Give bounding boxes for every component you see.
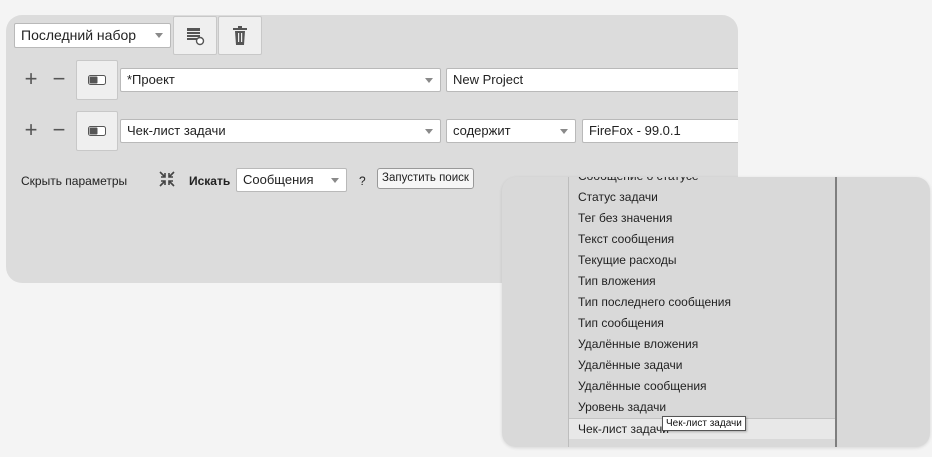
divider xyxy=(568,177,569,447)
field-select-value: *Проект xyxy=(127,72,175,87)
dropdown-item[interactable]: Сообщение о статусе xyxy=(578,177,699,187)
field-dropdown-list[interactable]: Сообщение о статусе Статус задачи Тег бе… xyxy=(502,177,930,447)
operator-select-value: содержит xyxy=(453,123,511,138)
help-link[interactable]: ? xyxy=(359,174,366,188)
delete-set-button[interactable] xyxy=(218,16,262,55)
row-toggle-button[interactable] xyxy=(76,60,118,100)
toggle-icon xyxy=(88,126,106,136)
trash-icon xyxy=(233,25,247,45)
chevron-down-icon xyxy=(425,129,433,134)
scrollbar-divider xyxy=(835,177,837,447)
dropdown-item[interactable]: Тип последнего сообщения xyxy=(578,292,731,313)
run-search-button[interactable]: Запустить поиск xyxy=(377,168,474,189)
dropdown-item[interactable]: Тип сообщения xyxy=(578,313,664,334)
chevron-down-icon xyxy=(331,178,339,183)
dropdown-item[interactable]: Текст сообщения xyxy=(578,229,674,250)
chevron-down-icon xyxy=(425,78,433,83)
value-input-text: FireFox - 99.0.1 xyxy=(589,123,681,138)
row-toggle-button[interactable] xyxy=(76,111,118,151)
field-select[interactable]: Чек-лист задачи xyxy=(120,119,441,143)
dropdown-item[interactable]: Удалённые вложения xyxy=(578,334,698,355)
dropdown-item[interactable]: Текущие расходы xyxy=(578,250,677,271)
dropdown-item[interactable]: Тег без значения xyxy=(578,208,672,229)
saved-set-select[interactable]: Последний набор xyxy=(14,23,171,48)
collapse-arrows-icon[interactable] xyxy=(159,171,175,187)
dropdown-item[interactable]: Уровень задачи xyxy=(578,397,666,418)
dropdown-item[interactable]: Удалённые задачи xyxy=(578,355,682,376)
field-select[interactable]: *Проект xyxy=(120,68,441,92)
dropdown-item[interactable]: Удалённые сообщения xyxy=(578,376,707,397)
dropdown-item[interactable]: Статус задачи xyxy=(578,187,658,208)
chevron-down-icon xyxy=(560,129,568,134)
search-in-label: Искать xyxy=(189,174,231,188)
field-select-value: Чек-лист задачи xyxy=(127,123,226,138)
toggle-icon xyxy=(88,75,106,85)
remove-row-button[interactable]: − xyxy=(50,119,68,141)
dropdown-item[interactable]: Тип вложения xyxy=(578,271,656,292)
chevron-down-icon xyxy=(155,33,163,38)
hide-params-link[interactable]: Скрыть параметры xyxy=(21,174,127,188)
add-row-button[interactable]: + xyxy=(22,119,40,141)
search-in-value: Сообщения xyxy=(243,172,314,187)
search-in-select[interactable]: Сообщения xyxy=(236,168,347,192)
table-save-icon xyxy=(187,27,205,45)
operator-select[interactable]: содержит xyxy=(446,119,576,143)
value-input[interactable]: FireFox - 99.0.1 xyxy=(582,119,738,143)
save-set-button[interactable] xyxy=(173,16,217,55)
add-row-button[interactable]: + xyxy=(22,68,40,90)
remove-row-button[interactable]: − xyxy=(50,68,68,90)
value-input-text: New Project xyxy=(453,72,524,87)
value-input[interactable]: New Project xyxy=(446,68,738,92)
saved-set-value: Последний набор xyxy=(21,27,137,43)
tooltip: Чек-лист задачи xyxy=(662,416,746,431)
